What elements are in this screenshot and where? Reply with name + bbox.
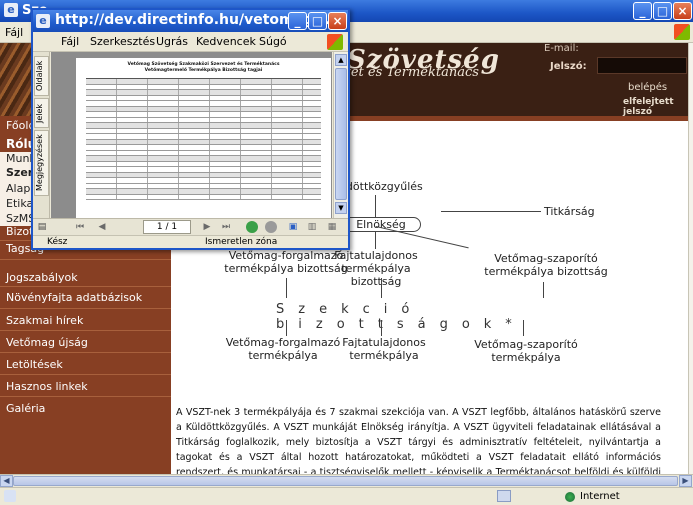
org-committee-propagator: Vetőmag-szaporító termékpálya bizottság — [484, 252, 608, 278]
popup-maximize-button[interactable]: □ — [308, 12, 327, 30]
page-view-icon[interactable]: ▤ — [35, 221, 49, 233]
popup-minimize-button[interactable]: _ — [288, 12, 307, 30]
scroll-left-icon[interactable]: ◀ — [0, 475, 13, 487]
org-track-variety-owner: Fajtatulajdonos termékpálya — [342, 336, 426, 362]
popup-menu-bar: Fájl Szerkesztés Ugrás Kedvencek Súgó — [33, 32, 348, 52]
org-connector — [375, 231, 376, 249]
forgot-password-link[interactable]: elfelejtett jelszó — [623, 97, 693, 117]
scroll-down-icon[interactable]: ▼ — [335, 202, 347, 214]
status-ready: Kész — [47, 237, 68, 247]
page-vertical-scrollbar[interactable] — [688, 43, 693, 474]
windows-logo-icon — [327, 34, 343, 50]
site-subtitle: zet és Terméktanács — [344, 65, 479, 80]
windows-logo-icon — [674, 24, 690, 40]
org-presidency: Elnökség — [341, 217, 421, 232]
zone-icon — [497, 490, 511, 502]
scroll-thumb[interactable] — [335, 68, 347, 200]
security-zone: Internet — [580, 491, 620, 502]
password-field[interactable] — [597, 57, 687, 74]
next-page-icon[interactable]: ▶ — [200, 221, 214, 233]
menu-file[interactable]: Fájl — [5, 26, 23, 39]
pdf-document-area[interactable]: Vetőmag Szövetség Szakmaközi Szervezet é… — [51, 52, 332, 218]
nav-divider — [0, 286, 171, 287]
org-connector — [375, 195, 376, 219]
popup-titlebar[interactable]: e http://dev.directinfo.hu/vetomagt... _… — [33, 10, 348, 32]
page-number-field[interactable]: 1 / 1 — [143, 220, 191, 234]
org-connector — [381, 278, 382, 298]
nav-divider — [0, 352, 171, 353]
nav-divider — [0, 396, 171, 397]
continuous-icon[interactable]: ▥ — [305, 221, 319, 233]
ie-icon: e — [36, 14, 50, 28]
back-icon[interactable] — [246, 221, 258, 233]
org-connector — [286, 320, 287, 336]
tab-bookmarks[interactable]: Jelek — [34, 98, 49, 128]
close-button[interactable]: × — [673, 2, 692, 20]
nav-divider — [0, 374, 171, 375]
first-page-icon[interactable]: ⏮ — [73, 221, 87, 233]
org-committee-variety-owner: Fajtatulajdonos termékpálya bizottság — [334, 249, 418, 288]
nav-divider — [0, 259, 171, 260]
nav-item-magazine[interactable]: Vetőmag újság — [6, 336, 88, 349]
single-page-icon[interactable]: ▣ — [286, 221, 300, 233]
menu-favorites[interactable]: Kedvencek — [196, 35, 256, 48]
minimize-button[interactable]: _ — [633, 2, 652, 20]
org-track-propagator: Vetőmag-szaporító termékpálya — [474, 338, 578, 364]
menu-edit[interactable]: Szerkesztés — [90, 35, 155, 48]
org-connector — [286, 278, 287, 298]
menu-help[interactable]: Súgó — [259, 35, 287, 48]
nav-divider — [0, 308, 171, 309]
nav-item-downloads[interactable]: Letöltések — [6, 358, 63, 371]
pdf-popup-window[interactable]: e http://dev.directinfo.hu/vetomagt... _… — [31, 8, 350, 250]
pdf-vertical-scrollbar[interactable]: ▲ ▼ — [333, 52, 348, 218]
last-page-icon[interactable]: ⏭ — [219, 221, 233, 233]
pdf-side-tabs: Oldalak Jelek Megjegyzések — [33, 52, 50, 218]
prev-page-icon[interactable]: ◀ — [95, 221, 109, 233]
nav-item-legislation[interactable]: Jogszabályok — [6, 271, 78, 284]
scroll-thumb[interactable] — [13, 476, 678, 486]
org-connector — [381, 320, 382, 336]
pdf-page: Vetőmag Szövetség Szakmaközi Szervezet é… — [76, 58, 331, 218]
nav-item-variety-db[interactable]: Növényfajta adatbázisok — [6, 291, 142, 304]
table-row — [86, 194, 321, 200]
menu-go[interactable]: Ugrás — [156, 35, 188, 48]
pdf-member-table — [86, 78, 321, 218]
internet-globe-icon — [565, 492, 575, 502]
org-section-committees: Szekció bizottságok* — [276, 302, 526, 332]
maximize-button[interactable]: □ — [653, 2, 672, 20]
page-icon — [4, 490, 16, 502]
nav-divider — [0, 330, 171, 331]
main-status-bar: Internet — [0, 487, 693, 505]
nav-item-gallery[interactable]: Galéria — [6, 402, 45, 415]
facing-pages-icon[interactable]: ▦ — [325, 221, 339, 233]
org-connector — [375, 226, 469, 249]
scroll-right-icon[interactable]: ▶ — [679, 475, 692, 487]
pdf-title: Vetőmag Szövetség Szakmaközi Szervezet é… — [127, 62, 280, 73]
forward-icon[interactable] — [265, 221, 277, 233]
org-secretariat: Titkárság — [544, 205, 595, 218]
tab-comments[interactable]: Megjegyzések — [34, 130, 49, 196]
org-track-distributor: Vetőmag-forgalmazó termékpálya — [225, 336, 341, 362]
status-zone: Ismeretlen zóna — [205, 237, 278, 247]
nav-item-links[interactable]: Hasznos linkek — [6, 380, 88, 393]
email-label: E-mail: — [544, 43, 579, 54]
page-horizontal-scrollbar[interactable]: ◀ ▶ — [0, 474, 693, 487]
tab-pages[interactable]: Oldalak — [34, 56, 49, 96]
pdf-nav-toolbar: ▤ ⏮ ◀ 1 / 1 ▶ ⏭ ▣ ▥ ▦ — [33, 218, 348, 235]
ie-icon: e — [4, 3, 18, 17]
password-label: Jelszó: — [550, 61, 587, 72]
org-connector — [441, 211, 541, 212]
nav-item-news[interactable]: Szakmai hírek — [6, 314, 83, 327]
org-connector — [543, 282, 544, 298]
scroll-up-icon[interactable]: ▲ — [335, 54, 347, 66]
org-connector — [523, 320, 524, 336]
popup-status-bar: Kész Ismeretlen zóna — [33, 235, 348, 249]
menu-file[interactable]: Fájl — [61, 35, 79, 48]
popup-close-button[interactable]: × — [328, 12, 347, 30]
login-button[interactable]: belépés — [628, 82, 667, 93]
